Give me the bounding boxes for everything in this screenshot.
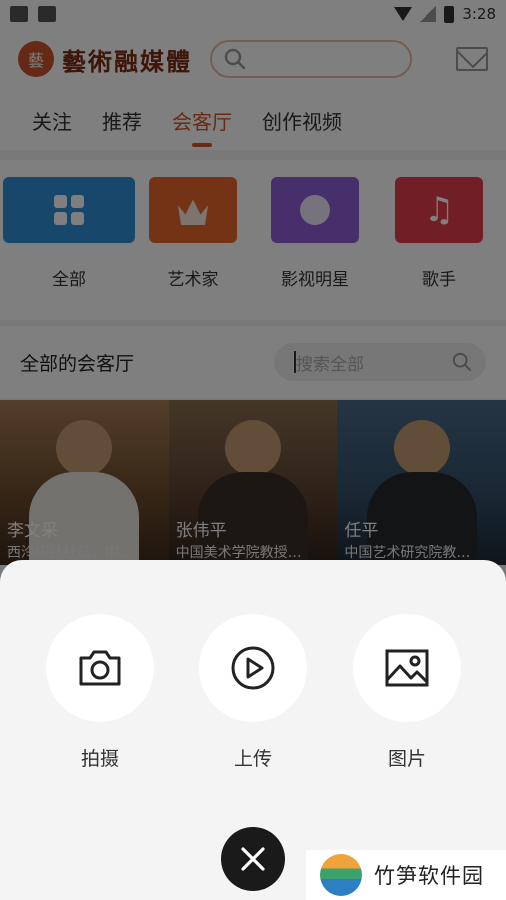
close-button[interactable] (221, 827, 285, 891)
watermark: 竹笋软件园 (306, 850, 506, 900)
action-label: 拍摄 (80, 748, 119, 770)
action-label: 图片 (387, 748, 426, 770)
upload-button[interactable]: 上传 (199, 614, 307, 771)
action-label: 上传 (233, 748, 272, 770)
play-circle-icon (231, 646, 275, 690)
watermark-logo (320, 854, 362, 896)
camera-icon (79, 650, 121, 686)
picture-button[interactable]: 图片 (353, 614, 461, 771)
close-icon (241, 847, 265, 871)
action-circle (199, 614, 307, 722)
publish-bottom-sheet: 拍摄 上传 图片 (0, 560, 506, 900)
watermark-text: 竹笋软件园 (374, 864, 484, 888)
shoot-button[interactable]: 拍摄 (46, 614, 154, 771)
action-circle (353, 614, 461, 722)
action-circle (46, 614, 154, 722)
image-icon (385, 649, 429, 687)
